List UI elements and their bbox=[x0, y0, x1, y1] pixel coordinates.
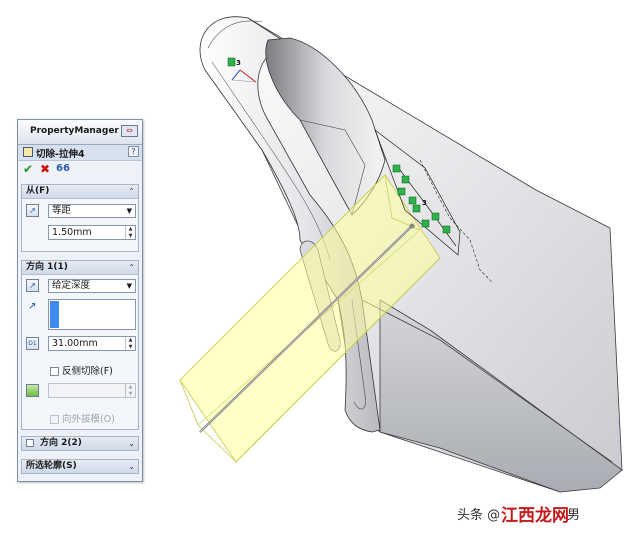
depth-icon: D1 bbox=[26, 337, 39, 350]
end-condition-select[interactable]: 给定深度 ▼ bbox=[48, 279, 136, 293]
chevron-up-icon[interactable]: ⌃ bbox=[128, 261, 135, 274]
direction-selection-box[interactable] bbox=[48, 299, 136, 330]
spin-arrows-icon[interactable]: ▲ ▼ bbox=[125, 337, 135, 350]
cut-extrude-icon bbox=[23, 147, 33, 157]
dropdown-arrow-icon: ▼ bbox=[126, 207, 132, 215]
watermark-brand: 江西龙网 bbox=[501, 506, 569, 526]
flip-side-checkbox[interactable] bbox=[50, 367, 59, 376]
watermark: 头条 @ 江西龙网 男 bbox=[457, 501, 637, 526]
property-manager-panel: PropertyManager ⇔ 切除-拉伸4 ? ✔ ✖ 66 从(F) ⌃… bbox=[17, 119, 143, 482]
pm-pin-icon[interactable]: ⇔ bbox=[121, 125, 138, 137]
depth-input[interactable]: 31.00mm ▲ ▼ bbox=[48, 336, 136, 351]
from-condition-value: 等距 bbox=[52, 205, 72, 216]
from-condition-select[interactable]: 等距 ▼ bbox=[48, 204, 136, 218]
flip-side-label: 反侧切除(F) bbox=[62, 366, 113, 377]
spin-arrows-icon: ▲ ▼ bbox=[125, 384, 135, 397]
end-condition-value: 给定深度 bbox=[52, 280, 91, 291]
direction1-group-label: 方向 1(1) bbox=[26, 262, 68, 272]
check-icon[interactable]: ✔ bbox=[23, 162, 33, 176]
feature-title: 切除-拉伸4 bbox=[36, 149, 85, 160]
direction2-group-label: 方向 2(2) bbox=[40, 438, 82, 448]
feature-row: 切除-拉伸4 ? bbox=[18, 145, 142, 161]
action-row: ✔ ✖ 66 bbox=[18, 161, 142, 178]
from-group-label: 从(F) bbox=[26, 186, 50, 196]
direction1-group-header[interactable]: 方向 1(1) ⌃ bbox=[22, 261, 138, 275]
chevron-down-icon[interactable]: ⌄ bbox=[128, 437, 135, 450]
watermark-prefix: 头条 @ bbox=[457, 508, 501, 523]
direction2-checkbox[interactable] bbox=[26, 439, 34, 447]
from-group-header[interactable]: 从(F) ⌃ bbox=[22, 185, 138, 199]
spin-arrows-icon[interactable]: ▲ ▼ bbox=[125, 226, 135, 239]
direction-vector-icon: ↗ bbox=[28, 301, 37, 312]
dropdown-arrow-icon: ▼ bbox=[126, 282, 132, 290]
reverse-direction-icon[interactable]: ↗ bbox=[26, 279, 39, 292]
x-icon[interactable]: ✖ bbox=[40, 162, 50, 176]
contours-group[interactable]: 所选轮廓(S) ⌄ bbox=[21, 459, 139, 474]
dim-label-sketch: 3 bbox=[422, 199, 427, 207]
from-group: 从(F) ⌃ ↗ 等距 ▼ 1.50mm ▲ ▼ bbox=[21, 184, 139, 252]
selection-highlight bbox=[50, 301, 59, 328]
from-offset-value: 1.50mm bbox=[52, 227, 92, 238]
help-button[interactable]: ? bbox=[128, 146, 139, 157]
draft-outward-checkbox bbox=[50, 415, 59, 424]
direction1-group: 方向 1(1) ⌃ ↗ 给定深度 ▼ ↗ D1 31.00mm ▲ ▼ 反侧切除(… bbox=[21, 260, 139, 430]
depth-value: 31.00mm bbox=[52, 338, 98, 349]
draft-outward-label: 向外拔模(O) bbox=[62, 414, 115, 425]
direction2-group-header[interactable]: 方向 2(2) ⌄ bbox=[22, 437, 138, 450]
draft-icon[interactable] bbox=[26, 384, 39, 397]
chevron-down-icon[interactable]: ⌄ bbox=[128, 460, 135, 473]
chevron-up-icon[interactable]: ⌃ bbox=[128, 185, 135, 198]
watermark-suffix: 男 bbox=[567, 508, 581, 523]
from-offset-input[interactable]: 1.50mm ▲ ▼ bbox=[48, 225, 136, 240]
glasses-icon[interactable]: 66 bbox=[56, 162, 70, 176]
contours-group-header[interactable]: 所选轮廓(S) ⌄ bbox=[22, 460, 138, 473]
pm-title: PropertyManager bbox=[30, 126, 119, 136]
draft-angle-input: ▲ ▼ bbox=[48, 383, 136, 398]
direction2-group[interactable]: 方向 2(2) ⌄ bbox=[21, 436, 139, 451]
contours-group-label: 所选轮廓(S) bbox=[26, 461, 77, 471]
from-condition-icon: ↗ bbox=[26, 204, 39, 217]
pm-header: PropertyManager ⇔ bbox=[18, 120, 142, 145]
dim-label-triad: 3 bbox=[236, 59, 241, 67]
